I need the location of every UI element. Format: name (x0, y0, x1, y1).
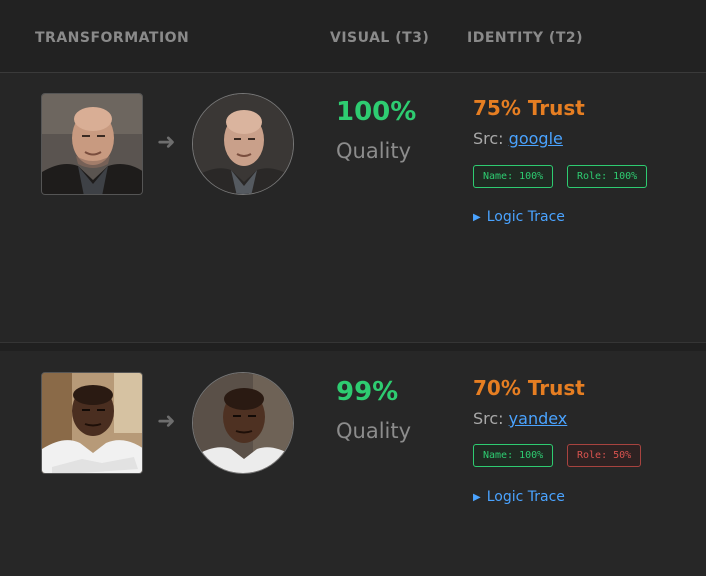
trust-score: 70% Trust (473, 376, 585, 400)
header-identity: IDENTITY (T2) (467, 30, 584, 46)
row-divider (0, 342, 706, 351)
arrow-right-icon: ➜ (157, 409, 176, 434)
arrow-right-icon: ➜ (157, 130, 176, 155)
visual-quality-label: Quality (336, 419, 412, 443)
source-line: Src: google (473, 129, 563, 148)
source-link[interactable]: yandex (509, 409, 568, 428)
result-photo (192, 372, 294, 474)
visual-quality-percent: 99% (336, 377, 399, 407)
visual-quality-label: Quality (336, 139, 412, 163)
visual-quality-percent: 100% (336, 97, 417, 127)
source-prefix: Src: (473, 409, 504, 428)
logic-trace-toggle[interactable]: ▶ Logic Trace (473, 489, 565, 505)
name-match-badge: Name: 100% (473, 444, 554, 467)
table-row: ➜ 100% Quality 75% Trust Src: google Nam… (0, 74, 706, 342)
source-prefix: Src: (473, 129, 504, 148)
header-visual: VISUAL (T3) (330, 30, 430, 46)
name-match-badge: Name: 100% (473, 165, 554, 188)
result-photo (192, 93, 294, 195)
source-line: Src: yandex (473, 409, 567, 428)
triangle-right-icon: ▶ (473, 212, 481, 223)
logic-trace-toggle[interactable]: ▶ Logic Trace (473, 209, 565, 225)
trust-score: 75% Trust (473, 96, 585, 120)
source-photo (41, 372, 143, 474)
header-transformation: TRANSFORMATION (35, 30, 190, 46)
role-match-badge: Role: 50% (567, 444, 642, 467)
logic-trace-label: Logic Trace (486, 209, 565, 225)
source-photo (41, 93, 143, 195)
table-header: TRANSFORMATION VISUAL (T3) IDENTITY (T2) (0, 0, 706, 73)
table-row: ➜ 99% Quality 70% Trust Src: yandex Name… (0, 351, 706, 576)
triangle-right-icon: ▶ (473, 492, 481, 503)
source-link[interactable]: google (509, 129, 563, 148)
role-match-badge: Role: 100% (567, 165, 648, 188)
logic-trace-label: Logic Trace (486, 489, 565, 505)
